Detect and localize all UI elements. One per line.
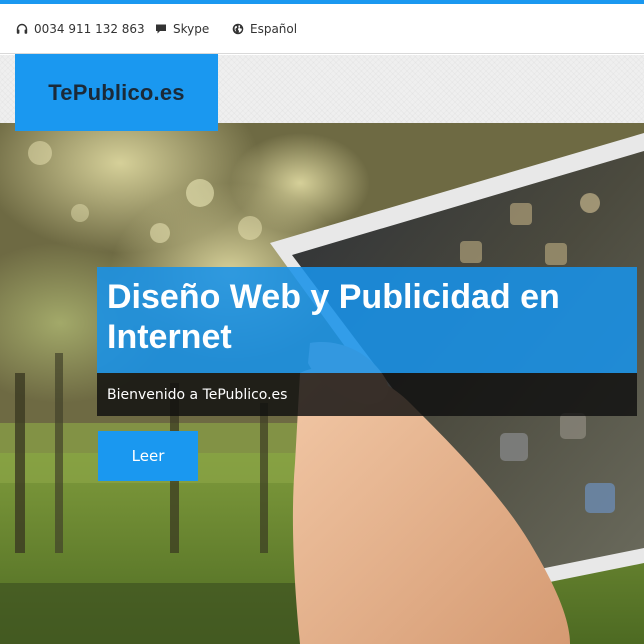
language-label: Español [250,22,298,36]
logo-text: TePublico.es [48,79,185,105]
globe-icon [232,23,244,35]
chat-bubble-icon [156,24,166,34]
hero-title: Diseño Web y Publicidad en Internet [107,278,560,356]
hero-title-panel: Diseño Web y Publicidad en Internet [97,267,637,373]
skype-link[interactable]: Skype [155,4,209,54]
phone-number: 0034 911 132 863 [34,22,145,36]
language-selector[interactable]: Español [232,4,297,54]
headphones-icon [16,23,28,34]
top-contact-bar: 0034 911 132 863 Skype Español [0,4,644,54]
read-more-button[interactable]: Leer [98,431,198,481]
hero-subtitle: Bienvenido a TePublico.es [107,386,288,403]
hero-subtitle-panel: Bienvenido a TePublico.es [97,373,637,416]
phone-link[interactable]: 0034 911 132 863 [16,4,145,54]
site-logo[interactable]: TePublico.es [15,54,218,131]
skype-label: Skype [173,22,210,36]
